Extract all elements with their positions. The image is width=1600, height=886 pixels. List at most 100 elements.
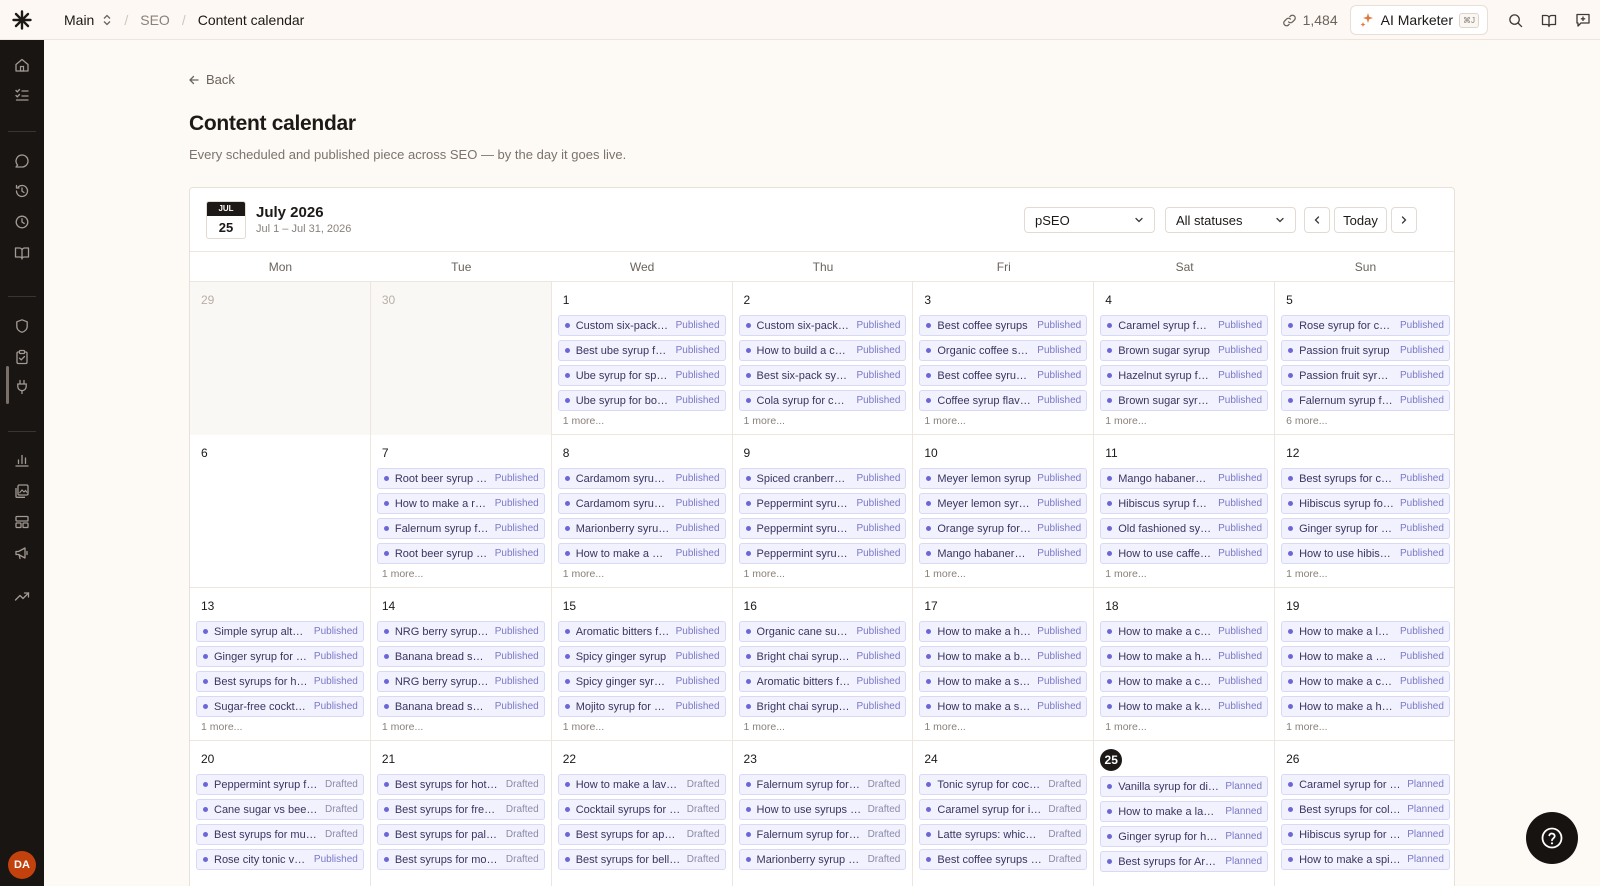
calendar-event[interactable]: Cola syrup for cocktails Published: [738, 390, 907, 411]
calendar-event[interactable]: Falernum syrup for sours Drafted: [738, 824, 907, 845]
more-events-link[interactable]: 1 more...: [1105, 415, 1268, 427]
calendar-event[interactable]: Cardamom syrup lattes Published: [557, 468, 726, 489]
layout-icon[interactable]: [12, 512, 32, 532]
calendar-event[interactable]: How to make a cinnamon Published: [1100, 671, 1269, 692]
calendar-day-cell[interactable]: 12 Best syrups for chai Published Hibiscus …: [1275, 435, 1454, 588]
calendar-event[interactable]: Falernum syrup for rum Published: [376, 518, 545, 539]
book-open-icon[interactable]: [12, 243, 32, 263]
calendar-day-cell[interactable]: 6: [190, 435, 371, 588]
calendar-event[interactable]: How to use syrups in tea Drafted: [738, 799, 907, 820]
calendar-day-cell[interactable]: 16Organic cane sugar syrupPublishedBrigh…: [733, 588, 914, 741]
calendar-event[interactable]: Best syrups for mulled wine Drafted: [196, 824, 364, 845]
calendar-day-cell[interactable]: 22How to make a lavenderDraftedCocktail …: [552, 741, 733, 886]
calendar-event[interactable]: Custom six-pack gift Published: [738, 315, 907, 336]
calendar-event[interactable]: Best syrups for cold brew Planned: [1281, 799, 1450, 820]
calendar-event[interactable]: Aromatic bitters for drinks Published: [557, 621, 726, 642]
calendar-event[interactable]: Hibiscus syrup for iced tea Planned: [1281, 824, 1450, 845]
calendar-event[interactable]: Meyer lemon syrup Published: [919, 468, 1088, 489]
calendar-event[interactable]: Bright chai syrup for tea Published: [738, 646, 907, 667]
calendar-day-cell[interactable]: 20Peppermint syrup for mochaDraftedCane …: [190, 741, 371, 886]
calendar-day-cell[interactable]: 19How to make a lavenderPublishedHow to …: [1275, 588, 1454, 741]
prev-month-button[interactable]: [1304, 207, 1330, 233]
calendar-event[interactable]: How to make a root beer Published: [376, 493, 545, 514]
more-events-link[interactable]: 1 more...: [382, 721, 545, 733]
bar-chart-icon[interactable]: [12, 450, 32, 470]
calendar-event[interactable]: Simple syrup alternatives Published: [196, 621, 364, 642]
today-button[interactable]: Today: [1334, 207, 1387, 233]
history-icon[interactable]: [12, 181, 32, 201]
more-events-link[interactable]: 1 more...: [744, 721, 907, 733]
calendar-event[interactable]: Best coffee syrups for home Drafted: [919, 849, 1088, 870]
calendar-event[interactable]: How to make a lavender Planned: [1100, 801, 1269, 822]
calendar-event[interactable]: Mango habanero syrup Published: [1100, 468, 1269, 489]
more-events-link[interactable]: 6 more...: [1286, 415, 1450, 427]
calendar-day-cell[interactable]: 21 Best syrups for hot tea Drafted Best syr…: [371, 741, 552, 886]
calendar-event[interactable]: Root beer syrup floats Published: [376, 468, 545, 489]
calendar-event[interactable]: How to make a blueberry Published: [919, 646, 1088, 667]
more-events-link[interactable]: 1 more...: [563, 415, 726, 427]
calendar-event[interactable]: Marionberry syrup uses Published: [557, 518, 726, 539]
calendar-event[interactable]: Ube syrup for sparkling Published: [557, 365, 726, 386]
calendar-event[interactable]: Passion fruit syrup Published: [1281, 340, 1450, 361]
calendar-event[interactable]: Ube syrup for boba tea Published: [557, 390, 726, 411]
more-events-link[interactable]: 1 more...: [924, 415, 1087, 427]
calendar-day-cell[interactable]: 4Caramel syrup for lattesPublishedBrown …: [1094, 282, 1276, 435]
calendar-day-cell[interactable]: 13Simple syrup alternativesPublishedGing…: [190, 588, 371, 741]
calendar-event[interactable]: Custom six-pack syrup Published: [557, 315, 726, 336]
gallery-icon[interactable]: [12, 481, 32, 501]
calendar-event[interactable]: Falernum syrup for tiki Published: [1281, 390, 1450, 411]
help-button[interactable]: [1526, 812, 1578, 864]
more-events-link[interactable]: 1 more...: [924, 721, 1087, 733]
calendar-event[interactable]: Caramel syrup for hot cocoa Planned: [1281, 774, 1450, 795]
calendar-event[interactable]: Spicy ginger syrup uses Published: [557, 671, 726, 692]
calendar-event[interactable]: Cocktail syrups for parties Drafted: [557, 799, 726, 820]
calendar-event[interactable]: How to make a mango Published: [1281, 646, 1450, 667]
book-icon[interactable]: [1532, 0, 1566, 40]
calendar-event[interactable]: Bright chai syrup latte Published: [738, 696, 907, 717]
calendar-event[interactable]: Brown sugar syrup Published: [1100, 340, 1269, 361]
calendar-day-cell[interactable]: 7Root beer syrup floatsPublishedHow to m…: [371, 435, 552, 588]
avatar[interactable]: DA: [8, 851, 36, 879]
next-month-button[interactable]: [1391, 207, 1417, 233]
tasks-icon[interactable]: [12, 85, 32, 105]
calendar-event[interactable]: Best coffee syrup sets Published: [919, 365, 1088, 386]
calendar-event[interactable]: How to make a spiced Published: [919, 696, 1088, 717]
calendar-event[interactable]: How to make a lavender Drafted: [557, 774, 726, 795]
calendar-event[interactable]: NRG berry syrup for soda Published: [376, 621, 545, 642]
calendar-event[interactable]: Brown sugar syrup recipes Published: [1100, 390, 1269, 411]
calendar-event[interactable]: Sugar-free cocktail syrups Published: [196, 696, 364, 717]
calendar-event[interactable]: Peppermint syrup recipes Published: [738, 543, 907, 564]
home-icon[interactable]: [12, 55, 32, 75]
calendar-event[interactable]: Ginger syrup for lemonade Published: [1281, 518, 1450, 539]
calendar-event[interactable]: Banana bread syrup latte Published: [376, 696, 545, 717]
calendar-event[interactable]: Spiced cranberry syrup Published: [738, 468, 907, 489]
calendar-event[interactable]: Best syrups for palomas Drafted: [376, 824, 545, 845]
calendar-day-cell[interactable]: 5Rose syrup for cocktailsPublishedPassio…: [1275, 282, 1454, 435]
calendar-day-cell[interactable]: 9Spiced cranberry syrupPublishedPeppermi…: [733, 435, 914, 588]
credits-counter[interactable]: 1,484: [1282, 12, 1338, 28]
calendar-event[interactable]: Best syrups for hot tea Drafted: [376, 774, 545, 795]
calendar-event[interactable]: Peppermint syrup mocha Published: [738, 493, 907, 514]
shield-icon[interactable]: [12, 316, 32, 336]
calendar-event[interactable]: How to build a coffee bar Published: [738, 340, 907, 361]
chat-icon[interactable]: [12, 151, 32, 171]
calendar-event[interactable]: How to make a lavender Published: [1281, 621, 1450, 642]
breadcrumb-seo[interactable]: SEO: [140, 12, 170, 28]
calendar-event[interactable]: Meyer lemon syrup uses Published: [919, 493, 1088, 514]
calendar-event[interactable]: Mojito syrup for cocktails Published: [557, 696, 726, 717]
calendar-event[interactable]: Rose syrup for cocktails Published: [1281, 315, 1450, 336]
calendar-event[interactable]: Coffee syrup flavors Published: [919, 390, 1088, 411]
calendar-event[interactable]: Marionberry syrup for soda Drafted: [738, 849, 907, 870]
calendar-event[interactable]: Best syrups for hot cocoa Published: [196, 671, 364, 692]
content-type-select[interactable]: pSEO: [1024, 207, 1155, 233]
status-select[interactable]: All statuses: [1165, 207, 1296, 233]
calendar-event[interactable]: Best syrups for Arnold Palmer Planned: [1100, 851, 1269, 872]
calendar-day-cell[interactable]: 1Custom six-pack syrupPublishedBest ube …: [552, 282, 733, 435]
calendar-event[interactable]: Mango habanero syrup Published: [919, 543, 1088, 564]
calendar-event[interactable]: Best syrups for aperitifs Drafted: [557, 824, 726, 845]
more-events-link[interactable]: 1 more...: [563, 568, 726, 580]
more-events-link[interactable]: 1 more...: [382, 568, 545, 580]
calendar-event[interactable]: How to make a classic Published: [1281, 671, 1450, 692]
calendar-event[interactable]: Best syrups for bellinis Drafted: [557, 849, 726, 870]
more-events-link[interactable]: 1 more...: [1286, 568, 1450, 580]
